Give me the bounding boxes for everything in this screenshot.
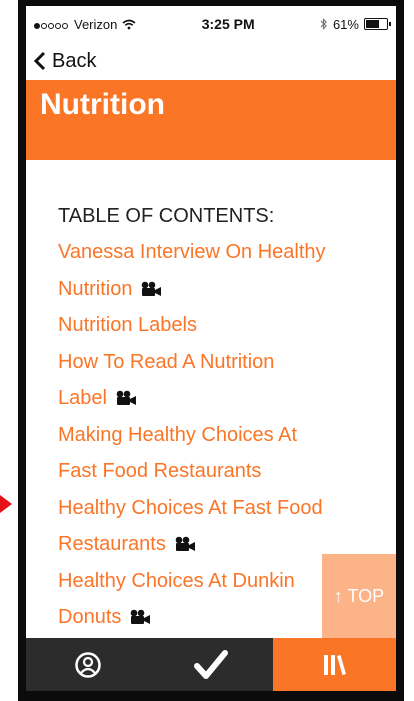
- checkmark-icon: [193, 649, 228, 679]
- battery-icon: [363, 18, 391, 30]
- toc-link[interactable]: Vanessa Interview On Healthy Nutrition: [58, 234, 396, 307]
- toc-link-line-2: Nutrition: [58, 271, 396, 308]
- status-right: 61%: [320, 16, 391, 32]
- back-label: Back: [52, 49, 97, 72]
- profile-icon: [74, 651, 101, 678]
- toc-link-line-2: Label: [58, 380, 396, 417]
- scroll-to-top-button[interactable]: ↑ TOP: [322, 554, 396, 638]
- toc-link-line: Healthy Choices At Fast Food: [58, 496, 323, 519]
- toc-link-text: Restaurants: [58, 533, 166, 555]
- video-camera-icon: [131, 609, 151, 625]
- battery-percent: 61%: [332, 16, 359, 32]
- video-camera-icon: [175, 536, 195, 552]
- screen: Verizon 3:25 PM 61% Back Nutrition TABLE…: [26, 6, 396, 691]
- toc-link-text: Label: [58, 387, 107, 409]
- toc-link[interactable]: Healthy Choices At Fast Food Restaurants: [58, 490, 396, 563]
- wifi-icon: [122, 19, 136, 29]
- bluetooth-icon: [320, 18, 327, 30]
- carrier-name: Verizon: [74, 16, 118, 32]
- toc-link[interactable]: How To Read A Nutrition Label: [58, 344, 396, 417]
- toc-link-text: Fast Food Restaurants: [58, 460, 262, 482]
- toc-link-text: Nutrition: [58, 277, 133, 300]
- toc-link-line-2: Fast Food Restaurants: [58, 453, 396, 490]
- tab-profile[interactable]: [26, 638, 149, 691]
- toc-heading: TABLE OF CONTENTS:: [58, 205, 275, 227]
- tab-library[interactable]: [272, 638, 396, 691]
- page-title: Nutrition: [40, 88, 165, 121]
- phone-frame: Verizon 3:25 PM 61% Back Nutrition TABLE…: [18, 0, 404, 701]
- tab-bar: [26, 638, 396, 691]
- status-time: 3:25 PM: [201, 16, 255, 32]
- navigation-bar: Back: [26, 42, 396, 80]
- toc-link[interactable]: Making Healthy Choices At Fast Food Rest…: [58, 417, 396, 490]
- status-left: Verizon: [34, 17, 136, 32]
- toc-link-text: Donuts: [58, 606, 122, 628]
- chevron-left-icon: [34, 51, 46, 71]
- video-camera-icon: [142, 281, 162, 296]
- back-button[interactable]: Back: [34, 50, 96, 73]
- video-camera-icon: [116, 390, 136, 406]
- status-bar: Verizon 3:25 PM 61%: [26, 6, 396, 42]
- toc-link[interactable]: Nutrition Labels: [58, 307, 396, 344]
- toc-link-line: Making Healthy Choices At: [58, 423, 298, 446]
- toc-link-line: How To Read A Nutrition: [58, 350, 275, 373]
- signal-strength-icon: [34, 17, 69, 32]
- tab-checklist[interactable]: [149, 638, 272, 691]
- page-header: Nutrition: [26, 80, 396, 160]
- red-arrow-marker: [0, 495, 12, 513]
- toc-link-line: Healthy Choices At Dunkin: [58, 569, 295, 592]
- library-icon: [324, 654, 347, 675]
- toc-link-line: Nutrition Labels: [58, 314, 197, 336]
- toc-link-line: Vanessa Interview On Healthy: [58, 241, 326, 263]
